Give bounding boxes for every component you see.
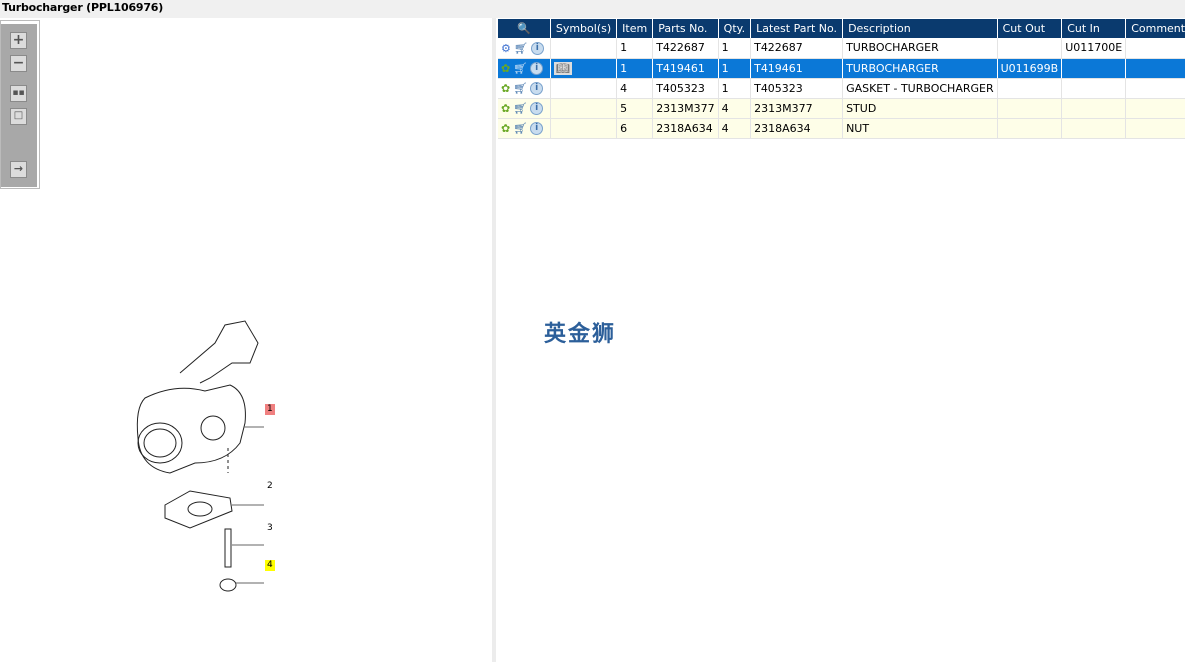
cell-part: T405323 [652,78,719,99]
column-header[interactable]: Qty. [718,19,752,38]
cell-latest: 2313M377 [750,98,844,119]
gear-icon[interactable]: ✿ [501,62,510,75]
callout-2[interactable]: 2 [265,481,275,492]
callout-1[interactable]: 1 [265,404,275,415]
column-header[interactable]: Parts No. [652,19,719,38]
cell-item: 4 [616,78,654,99]
callout-3[interactable]: 3 [265,523,275,534]
drawing-pane[interactable]: + − ▪▪ □ → 1 2 3 4 [0,18,492,662]
row-actions: ✿ 🛒︎ i [498,98,551,119]
symbols-cell [550,98,618,119]
cell-qty: 1 [718,58,752,79]
cell-desc: STUD [842,98,998,119]
info-icon[interactable]: i [530,101,544,115]
gear-icon[interactable]: ✿ [501,102,510,115]
toggle-panel-button[interactable]: → [10,161,27,178]
book-icon[interactable]: 📖︎ [553,61,572,75]
column-header[interactable]: Latest Part No. [750,19,844,38]
column-header[interactable]: Item [616,19,654,38]
cell-cut_in: U011700E [1061,38,1127,59]
callout-4[interactable]: 4 [265,560,275,571]
row-actions: ✿ 🛒︎ i [498,58,551,79]
cell-item: 5 [616,98,654,119]
cell-cut_in [1061,118,1127,139]
table-row[interactable]: ⚙ 🛒︎ i 1 T422687 1 T422687 TURBOCHARGER U011700E [498,38,1185,59]
fit-window-button[interactable]: □ [10,108,27,125]
cart-icon[interactable]: 🛒︎ [513,62,527,75]
cell-desc: NUT [842,118,998,139]
cell-cut_out [997,98,1063,119]
info-icon[interactable]: i [530,41,544,55]
info-icon[interactable]: i [530,121,544,135]
gear-icon[interactable]: ✿ [501,82,510,95]
column-header[interactable]: Cut In [1061,19,1127,38]
cell-part: 2313M377 [652,98,719,119]
fit-all-button[interactable]: ▪▪ [10,85,27,102]
search-column-header[interactable]: 🔍 [498,19,551,38]
symbols-cell [550,118,618,139]
turbocharger-drawing [136,320,264,592]
cell-part: T419461 [652,58,719,79]
cell-part: 2318A634 [652,118,719,139]
symbols-cell: 📖︎ [550,58,618,79]
cell-qty: 1 [718,38,752,59]
table-row[interactable]: ✿ 🛒︎ i 📖︎ 1 T419461 1 T419461 TURBOCHARGER U01169… [498,58,1185,79]
column-header[interactable]: Cut Out [997,19,1063,38]
column-header[interactable]: Comment [1125,19,1185,38]
search-icon: 🔍 [517,22,531,35]
drawing-toolbar: + − ▪▪ □ → [0,20,40,189]
cell-latest: T419461 [750,58,844,79]
cell-cut_out [997,38,1063,59]
cart-icon[interactable]: 🛒︎ [513,82,527,95]
cell-cut_in [1061,78,1127,99]
gears-icon[interactable]: ⚙ [501,42,511,55]
cell-latest: 2318A634 [750,118,844,139]
cell-comment [1125,78,1185,99]
gear-icon[interactable]: ✿ [501,122,510,135]
window-title: Turbocharger (PPL106976) [0,0,1185,18]
cell-cut_in [1061,98,1127,119]
watermark: 英金狮 [544,322,617,347]
parts-table: 🔍 Symbol(s) Item Parts No. Qty. Latest P… [498,19,1185,139]
column-header[interactable]: Description [842,19,998,38]
symbols-cell [550,38,618,59]
cart-icon[interactable]: 🛒︎ [513,122,527,135]
table-row[interactable]: ✿ 🛒︎ i 4 T405323 1 T405323 GASKET - TURBOCHARGE… [498,78,1185,99]
cell-latest: T405323 [750,78,844,99]
cell-part: T422687 [652,38,719,59]
cell-qty: 1 [718,78,752,99]
cell-item: 6 [616,118,654,139]
row-actions: ⚙ 🛒︎ i [498,38,551,59]
row-actions: ✿ 🛒︎ i [498,78,551,99]
cell-comment [1125,38,1185,59]
cart-icon[interactable]: 🛒︎ [513,102,527,115]
cell-desc: GASKET - TURBOCHARGER [842,78,998,99]
cell-comment [1125,98,1185,119]
row-actions: ✿ 🛒︎ i [498,118,551,139]
symbols-cell [550,78,618,99]
cell-desc: TURBOCHARGER [842,58,998,79]
cell-comment [1125,118,1185,139]
cell-qty: 4 [718,98,752,119]
cell-desc: TURBOCHARGER [842,38,998,59]
cell-qty: 4 [718,118,752,139]
cart-icon[interactable]: 🛒︎ [514,42,528,55]
cell-cut_in [1061,58,1127,79]
cell-item: 1 [616,38,654,59]
table-row[interactable]: ✿ 🛒︎ i 6 2318A634 4 2318A634 NUT [498,118,1185,139]
info-icon[interactable]: i [530,61,544,75]
zoom-in-button[interactable]: + [10,32,27,49]
cell-comment [1125,58,1185,79]
info-icon[interactable]: i [530,81,544,95]
column-header[interactable]: Symbol(s) [550,19,618,38]
cell-cut_out: U011699B [997,58,1063,79]
cell-cut_out [997,118,1063,139]
zoom-out-button[interactable]: − [10,55,27,72]
table-row[interactable]: ✿ 🛒︎ i 5 2313M377 4 2313M377 STUD [498,98,1185,119]
cell-latest: T422687 [750,38,844,59]
cell-item: 1 [616,58,654,79]
cell-cut_out [997,78,1063,99]
parts-list-pane: 🔍 Symbol(s) Item Parts No. Qty. Latest P… [496,18,1185,662]
